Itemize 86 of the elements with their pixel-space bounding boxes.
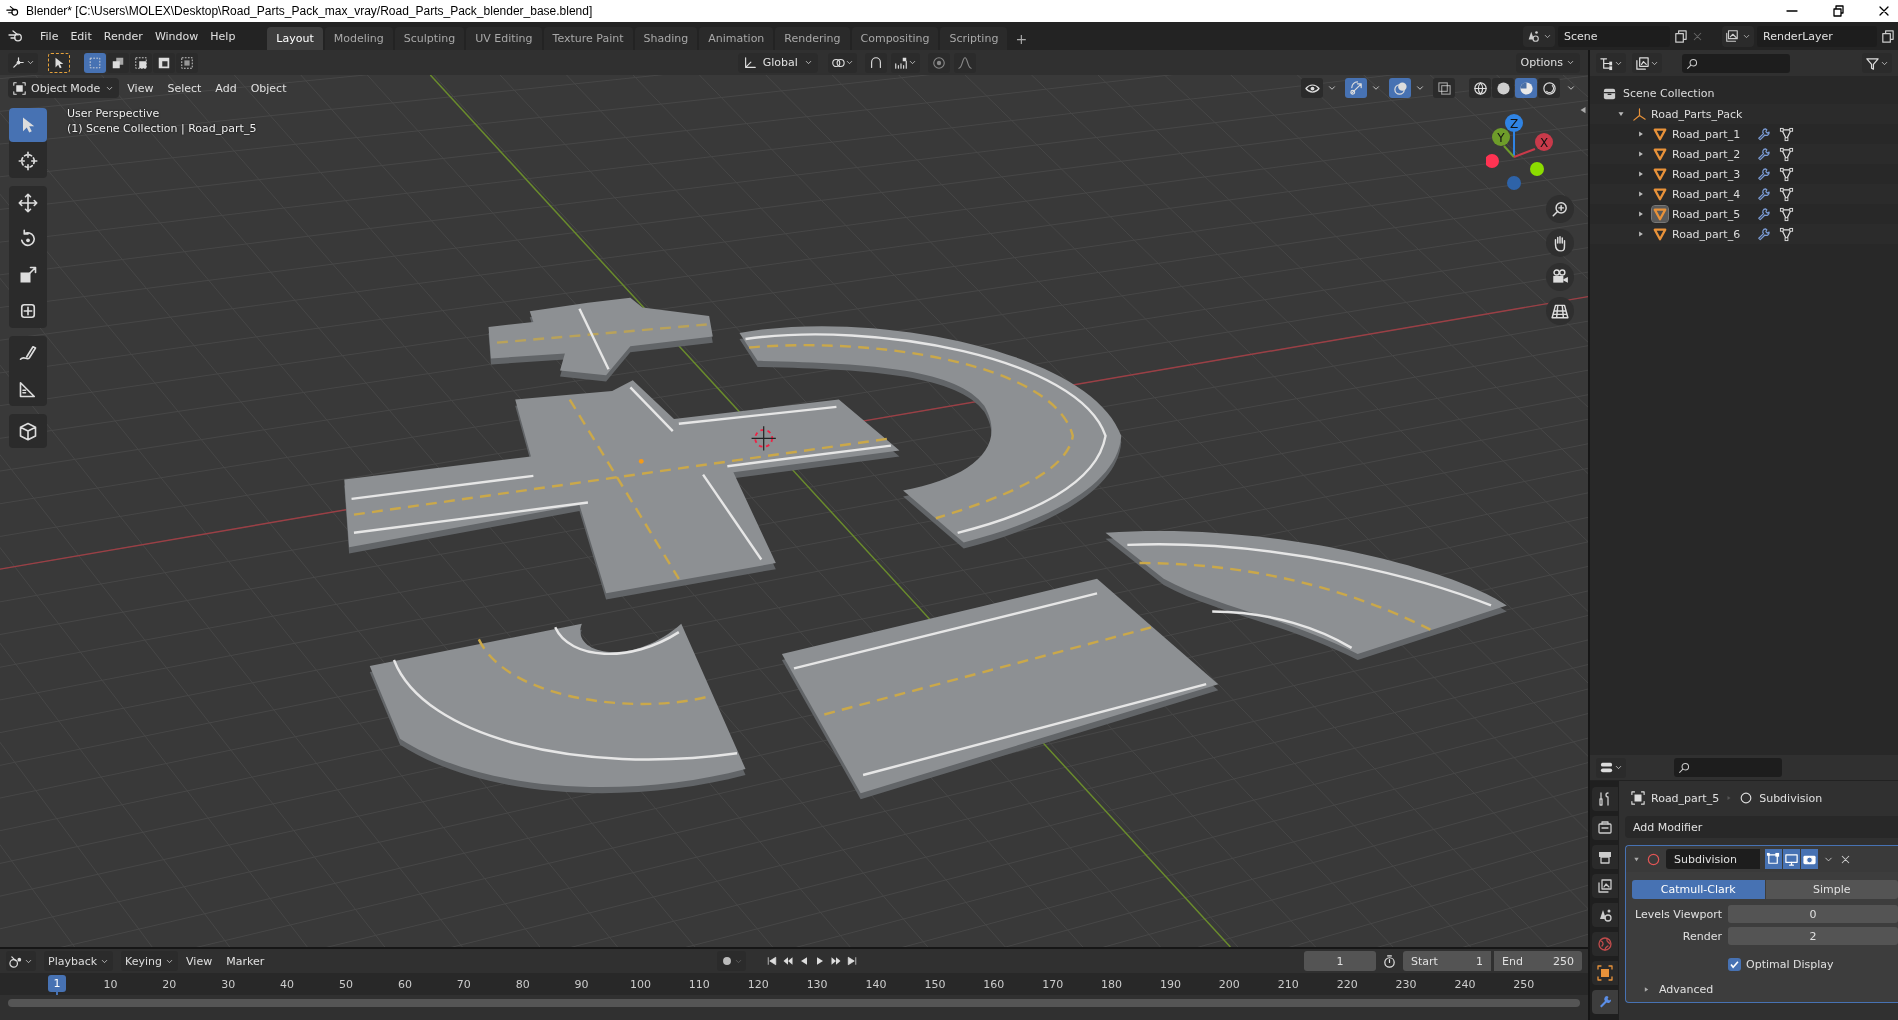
add-modifier-dropdown[interactable]: Add Modifier <box>1625 816 1898 838</box>
frame-number: 210 <box>1276 977 1300 991</box>
number-field[interactable]: 0 <box>1728 905 1898 923</box>
menu-item[interactable]: Help <box>204 26 242 46</box>
viewport-info-text: User Perspective <box>67 106 161 121</box>
subpanel-header[interactable]: Advanced <box>1659 983 1714 996</box>
workspace-tab[interactable]: Scripting <box>940 27 1008 50</box>
breadcrumb-item[interactable]: Road_part_5 <box>1651 791 1720 805</box>
frame-number: 150 <box>923 977 947 991</box>
frame-number: 50 <box>338 977 354 991</box>
workspace-tab[interactable]: Texture Paint <box>543 27 633 50</box>
frame-number: 40 <box>279 977 296 991</box>
scene-field[interactable]: Scene <box>1558 25 1670 47</box>
frame-ruler[interactable]: 1 10 20 30 40 50 60 70 80 90 100 110 120 130 140 150 160 170 180 190 200 210 220 230 240 250 <box>0 973 1588 995</box>
outliner-item[interactable]: Road_part_3 <box>1672 167 1752 181</box>
workspace-tab[interactable]: Layout <box>267 27 323 50</box>
menu-item[interactable]: Add <box>209 78 243 98</box>
orientation-dropdown[interactable]: Global <box>737 52 818 73</box>
current-frame-field[interactable]: 1 <box>1304 951 1376 971</box>
playhead-frame[interactable]: 1 <box>48 975 66 992</box>
frame-number: 10 <box>102 977 119 991</box>
menu-item[interactable]: View <box>121 78 160 98</box>
field-label: Render <box>1681 929 1722 943</box>
frame-number: 180 <box>1100 977 1124 991</box>
add-workspace-button[interactable]: + <box>1009 28 1034 49</box>
menu-dropdown[interactable]: Keying <box>121 951 179 971</box>
frame-number: 100 <box>628 977 652 991</box>
outliner-item[interactable]: Road_part_6 <box>1672 227 1752 241</box>
window-title: Blender* [C:\Users\MOLEX\Desktop\Road_Parts_Pack_max_vray/Road_Parts_Pack_blender_base.blend] <box>26 4 593 18</box>
field-label: Levels Viewport <box>1634 907 1722 921</box>
menu-item[interactable]: View <box>180 951 219 971</box>
frame-number: 190 <box>1158 977 1182 991</box>
start-frame-field[interactable]: Start 1 <box>1403 951 1491 971</box>
menu-item[interactable]: Select <box>161 78 208 98</box>
checkbox-label: Optimal Display <box>1746 957 1834 971</box>
axis-handle[interactable]: X <box>1535 133 1553 151</box>
frame-number: 140 <box>864 977 888 991</box>
menu-dropdown[interactable]: Playback <box>44 951 114 971</box>
outliner-item[interactable]: Scene Collection <box>1623 86 1721 100</box>
workspace-tab[interactable]: Shading <box>634 27 698 50</box>
frame-number: 250 <box>1512 977 1536 991</box>
menu-item[interactable]: Render <box>97 26 149 46</box>
outliner-item[interactable]: Road_part_4 <box>1672 187 1752 201</box>
subdivision-type-option[interactable]: Catmull-Clark <box>1632 880 1765 899</box>
frame-number: 240 <box>1453 977 1477 991</box>
frame-number: 230 <box>1394 977 1418 991</box>
frame-number: 60 <box>396 977 413 991</box>
frame-number: 120 <box>746 977 770 991</box>
frame-number: 220 <box>1335 977 1359 991</box>
frame-number: 90 <box>573 977 590 991</box>
outliner-item[interactable]: Road_part_5 <box>1672 207 1752 221</box>
outliner-item[interactable]: Road_part_2 <box>1672 147 1752 161</box>
workspace-tab[interactable]: Rendering <box>775 27 850 50</box>
menu-item[interactable]: Edit <box>64 26 98 46</box>
menu-item[interactable]: Marker <box>220 951 271 971</box>
frame-number: 30 <box>220 977 237 991</box>
outliner-item[interactable]: Road_Parts_Pack <box>1651 107 1749 121</box>
mode-dropdown[interactable]: Object Mode <box>8 78 120 98</box>
frame-number: 170 <box>1041 977 1065 991</box>
frame-number: 20 <box>161 977 178 991</box>
workspace-tab[interactable]: UV Editing <box>466 27 542 50</box>
workspace-tab[interactable]: Sculpting <box>394 27 465 50</box>
workspace-tab[interactable]: Modeling <box>324 27 393 50</box>
viewport-info-text: (1) Scene Collection | Road_part_5 <box>67 121 257 136</box>
outliner-item[interactable]: Road_part_1 <box>1672 127 1752 141</box>
menu-item[interactable]: Object <box>244 78 293 98</box>
workspace-tab[interactable]: Compositing <box>851 27 939 50</box>
axis-handle[interactable]: Y <box>1492 128 1510 146</box>
frame-number: 160 <box>982 977 1006 991</box>
menu-item[interactable]: Window <box>148 26 205 46</box>
end-frame-field[interactable]: End 250 <box>1494 951 1582 971</box>
frame-number: 80 <box>514 977 531 991</box>
view-layer-field[interactable]: RenderLayer <box>1757 25 1877 47</box>
subdivision-type-option[interactable]: Simple <box>1765 880 1898 899</box>
frame-number: 130 <box>805 977 829 991</box>
axis-handle[interactable]: Z <box>1505 114 1523 132</box>
frame-number: 200 <box>1217 977 1241 991</box>
number-field[interactable]: 2 <box>1728 927 1898 945</box>
frame-number: 70 <box>455 977 472 991</box>
navigation-gizmo[interactable]: Z Y X <box>1486 109 1576 202</box>
modifier-name-field[interactable]: Subdivision <box>1666 849 1760 869</box>
options-dropdown[interactable]: Options <box>1515 52 1580 73</box>
breadcrumb-item[interactable]: Subdivision <box>1759 791 1823 805</box>
workspace-tab[interactable]: Animation <box>699 27 774 50</box>
frame-number: 110 <box>687 977 711 991</box>
menu-item[interactable]: File <box>34 26 65 46</box>
